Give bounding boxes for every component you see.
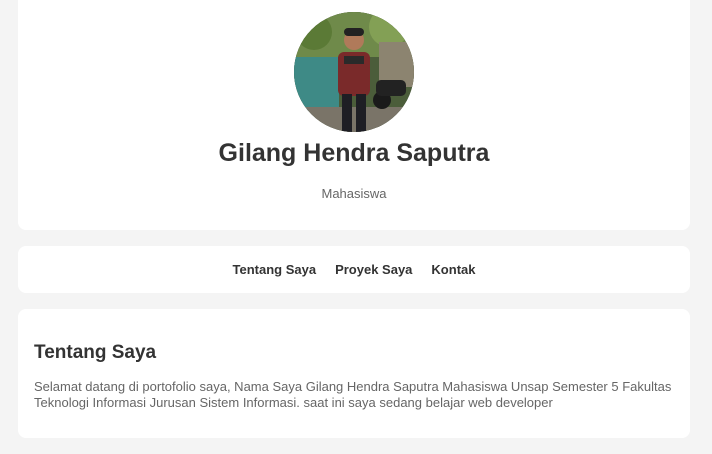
profile-role: Mahasiswa	[321, 186, 387, 201]
profile-name: Gilang Hendra Saputra	[218, 139, 490, 167]
nav-link-tentang-saya[interactable]: Tentang Saya	[233, 262, 317, 277]
profile-header-card: Gilang Hendra Saputra Mahasiswa	[18, 0, 690, 230]
about-title: Tentang Saya	[34, 342, 157, 363]
avatar	[294, 12, 414, 132]
about-section: Tentang Saya Selamat datang di portofoli…	[18, 309, 690, 438]
profile-photo-icon	[294, 12, 414, 132]
nav-links: Tentang Saya Proyek Saya Kontak	[18, 262, 690, 277]
navigation-bar: Tentang Saya Proyek Saya Kontak	[18, 246, 690, 293]
about-text: Selamat datang di portofolio saya, Nama …	[34, 379, 672, 410]
nav-link-kontak[interactable]: Kontak	[431, 262, 475, 277]
nav-link-proyek-saya[interactable]: Proyek Saya	[335, 262, 412, 277]
